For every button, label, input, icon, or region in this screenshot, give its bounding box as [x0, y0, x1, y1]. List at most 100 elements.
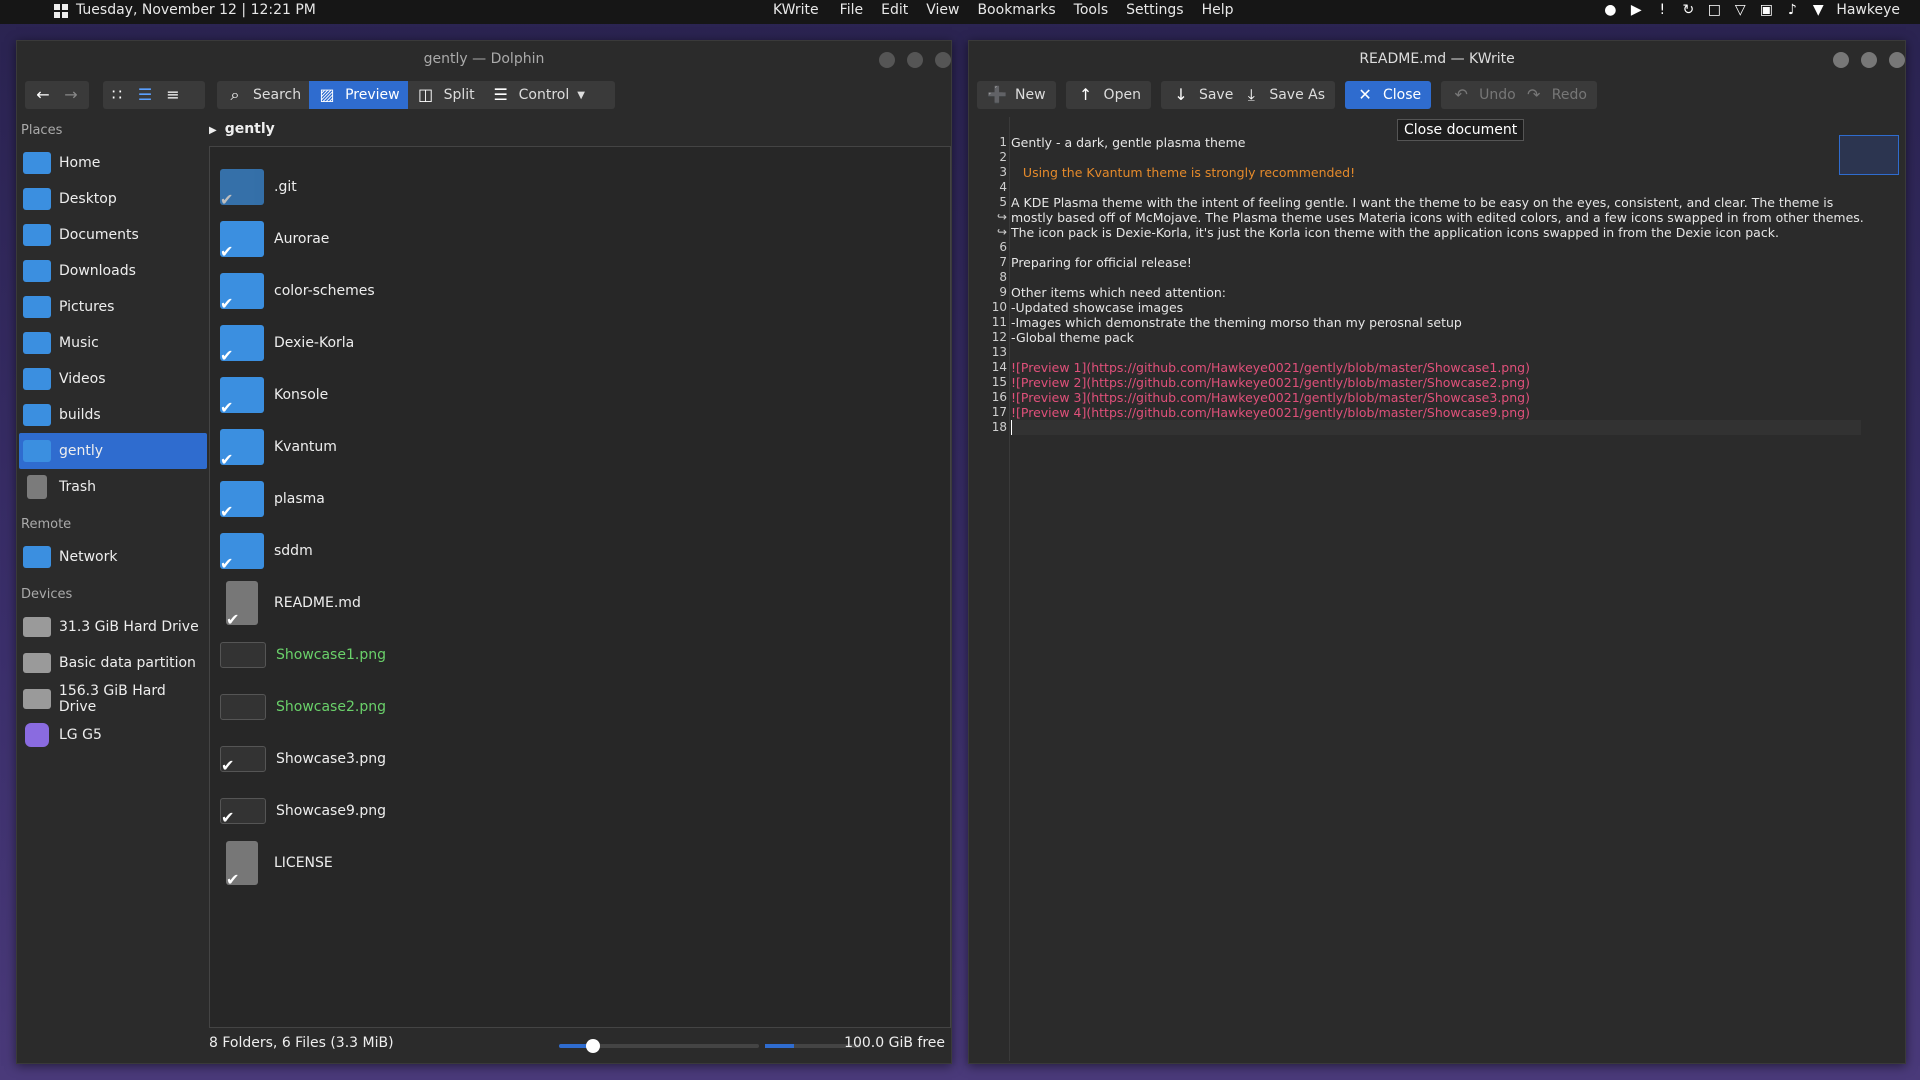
panel-username[interactable]: Hawkeye [1836, 2, 1900, 18]
arrow-right-icon: → [64, 85, 78, 104]
text-line: -Global theme pack [1011, 330, 1134, 345]
icons-view-button[interactable]: ∷ [103, 81, 131, 109]
text-editor[interactable]: 1 2 3 4 5 ↪ ↪ 6 7 8 9 10 11 12 13 14 15 … [969, 117, 1903, 1061]
dolphin-titlebar[interactable]: gently — Dolphin [17, 41, 951, 77]
clipboard-icon[interactable]: □ [1706, 2, 1722, 18]
volume-icon[interactable]: ♪ [1784, 2, 1800, 18]
top-panel: Tuesday, November 12 | 12:21 PM KWrite F… [0, 0, 1920, 24]
device-lg-g5[interactable]: LG G5 [19, 717, 207, 753]
search-button[interactable]: ⌕ Search [217, 81, 309, 109]
place-gently[interactable]: gently [19, 433, 207, 469]
place-desktop[interactable]: Desktop [19, 181, 207, 217]
file-item[interactable]: Showcase1.png [220, 633, 386, 677]
menu-view[interactable]: View [917, 2, 968, 18]
kwrite-toolbar: ➕ New ↑ Open ↓ Save ⤓ Save As ✕ Close ↶ Undo ↷ Re… [977, 81, 1597, 109]
file-item[interactable]: Showcase2.png [220, 685, 386, 729]
place-trash[interactable]: Trash [19, 469, 207, 505]
updates-icon[interactable]: ↻ [1680, 2, 1696, 18]
place-pictures[interactable]: Pictures [19, 289, 207, 325]
place-home[interactable]: Home [19, 145, 207, 181]
compact-view-button[interactable]: ☰ [131, 81, 159, 109]
save-button[interactable]: ↓ Save ⤓ Save As [1160, 81, 1336, 109]
place-music[interactable]: Music [19, 325, 207, 361]
file-item[interactable]: ✔ Konsole [220, 373, 328, 417]
zoom-slider[interactable] [559, 1039, 759, 1053]
wrap-indicator-icon: ↪ [996, 210, 1007, 224]
forward-button[interactable]: → [61, 81, 81, 109]
open-button[interactable]: ↑ Open [1065, 81, 1151, 109]
tray-expand-icon[interactable]: ▼ [1810, 2, 1826, 18]
place-videos[interactable]: Videos [19, 361, 207, 397]
line-number: 1 [999, 135, 1007, 149]
wifi-icon[interactable]: ▽ [1732, 2, 1748, 18]
device-hard-drive-156[interactable]: 156.3 GiB Hard Drive [19, 681, 207, 717]
file-item[interactable]: ✔ .git [220, 165, 297, 209]
file-item[interactable]: ✔ Kvantum [220, 425, 337, 469]
split-button[interactable]: ◫ Split [408, 81, 483, 109]
undo-button[interactable]: ↶ Undo ↷ Redo [1441, 81, 1597, 109]
control-button[interactable]: ☰ Control ▼ [483, 81, 593, 109]
free-space-text: 100.0 GiB free [844, 1035, 945, 1051]
text-line [1011, 180, 1861, 195]
file-item[interactable]: ✔ Showcase9.png [220, 789, 386, 833]
menu-bookmarks[interactable]: Bookmarks [968, 2, 1064, 18]
breadcrumb[interactable]: ▶ gently [209, 117, 275, 141]
line-number: 9 [999, 285, 1007, 299]
kwrite-minimize-button[interactable] [1833, 52, 1849, 68]
dolphin-close-button[interactable] [935, 52, 951, 68]
check-icon: ✔ [220, 294, 234, 313]
kwrite-titlebar[interactable]: README.md — KWrite [969, 41, 1905, 77]
global-menu-app[interactable]: KWrite [764, 2, 831, 18]
preview-button[interactable]: ▨ Preview [309, 81, 408, 109]
menu-file[interactable]: File [831, 2, 872, 18]
line-number: 17 [991, 405, 1007, 419]
file-item[interactable]: ✔ Showcase3.png [220, 737, 386, 781]
dolphin-minimize-button[interactable] [879, 52, 895, 68]
notification-icon[interactable]: ! [1654, 2, 1670, 18]
place-network[interactable]: Network [19, 539, 207, 575]
hard-drive-icon [23, 689, 51, 709]
new-button[interactable]: ➕ New [977, 81, 1056, 109]
panel-datetime[interactable]: Tuesday, November 12 | 12:21 PM [76, 2, 316, 18]
place-builds[interactable]: builds [19, 397, 207, 433]
trash-icon [27, 475, 47, 499]
menu-settings[interactable]: Settings [1117, 2, 1192, 18]
minimap[interactable] [1839, 135, 1899, 175]
menu-tools[interactable]: Tools [1065, 2, 1118, 18]
places-header: Places [21, 123, 63, 138]
app-launcher-icon[interactable] [54, 4, 68, 18]
file-view[interactable]: ✔ .git ✔ Aurorae ✔ color-schemes ✔ Dexie-Kor… [209, 146, 951, 1028]
kwrite-close-button[interactable] [1889, 52, 1905, 68]
dolphin-maximize-button[interactable] [907, 52, 923, 68]
droplet-icon[interactable]: ● [1602, 2, 1618, 18]
file-item[interactable]: ✔ Aurorae [220, 217, 329, 261]
display-icon[interactable]: ▣ [1758, 2, 1774, 18]
check-icon: ✔ [220, 242, 234, 261]
text-line: ![Preview 3](https://github.com/Hawkeye0… [1011, 390, 1530, 405]
place-downloads[interactable]: Downloads [19, 253, 207, 289]
file-item[interactable]: ✔ Dexie-Korla [220, 321, 354, 365]
document-text[interactable]: Gently - a dark, gentle plasma theme Usi… [1011, 135, 1864, 435]
dolphin-window: gently — Dolphin ← → ∷ ☰ ≡ ⌕ Search ▨ Prev… [16, 40, 952, 1064]
text-line [1011, 150, 1861, 165]
line-number: 10 [991, 300, 1007, 314]
media-play-icon[interactable]: ▶ [1628, 2, 1644, 18]
check-icon: ✔ [226, 610, 240, 629]
file-item[interactable]: ✔ plasma [220, 477, 325, 521]
menu-help[interactable]: Help [1193, 2, 1243, 18]
close-document-button[interactable]: ✕ Close [1345, 81, 1432, 109]
menu-edit[interactable]: Edit [872, 2, 917, 18]
device-hard-drive-31[interactable]: 31.3 GiB Hard Drive [19, 609, 207, 645]
new-document-icon: ➕ [987, 85, 1007, 104]
back-button[interactable]: ← [25, 81, 61, 109]
file-item[interactable]: ✔ sddm [220, 529, 313, 573]
details-view-button[interactable]: ≡ [159, 81, 187, 109]
zoom-slider-handle[interactable] [586, 1039, 600, 1053]
place-documents[interactable]: Documents [19, 217, 207, 253]
kwrite-maximize-button[interactable] [1861, 52, 1877, 68]
device-basic-data-partition[interactable]: Basic data partition [19, 645, 207, 681]
file-item[interactable]: ✔ color-schemes [220, 269, 375, 313]
file-item[interactable]: ✔ README.md [220, 581, 361, 629]
folder-icon [23, 404, 51, 426]
file-item[interactable]: ✔ LICENSE [220, 841, 333, 889]
